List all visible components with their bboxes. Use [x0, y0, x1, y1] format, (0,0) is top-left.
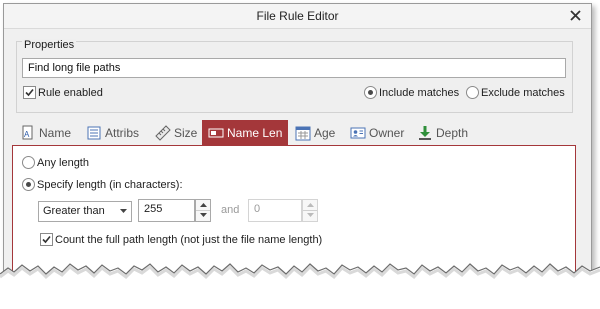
tab-depth-label: Depth [436, 126, 469, 140]
tab-owner-label: Owner [369, 126, 405, 140]
properties-group-label: Properties [22, 39, 77, 51]
tab-name-label: Name [39, 126, 72, 140]
window-title: File Rule Editor [256, 9, 339, 23]
rule-enabled-check[interactable] [23, 86, 36, 99]
comparison-dropdown[interactable]: Greater than [38, 201, 132, 222]
torn-edge-decoration [0, 263, 600, 309]
properties-group: Properties Find long file paths Rule ena… [16, 39, 573, 113]
tab-size-label: Size [174, 126, 198, 140]
tab-name-len[interactable]: Name Len [202, 120, 289, 145]
specify-length-radio[interactable] [22, 178, 35, 191]
chevron-down-icon [120, 209, 127, 213]
attribs-icon [87, 126, 101, 140]
include-matches-label: Include matches [379, 86, 460, 99]
tab-depth[interactable]: Depth [417, 122, 468, 144]
specify-length-option[interactable]: Specify length (in characters): [22, 178, 183, 191]
tab-owner[interactable]: Owner [350, 122, 404, 144]
caret-up-icon [199, 203, 207, 207]
file-rule-editor-window: File Rule Editor Properties Find long fi… [3, 3, 592, 307]
upper-length-value[interactable]: 0 [254, 203, 260, 215]
rule-enabled-label: Rule enabled [38, 86, 103, 99]
upper-length-spinner[interactable]: 0 [248, 199, 318, 222]
calendar-icon [295, 126, 311, 141]
rule-name-input[interactable]: Find long file paths [22, 58, 566, 78]
tab-age[interactable]: Age [295, 122, 335, 144]
length-decrement-button[interactable] [196, 210, 210, 220]
caret-down-icon [306, 213, 314, 217]
exclude-matches-radio[interactable]: Exclude matches [466, 86, 565, 99]
checkmark-icon [25, 88, 34, 97]
include-matches-radio[interactable]: Include matches [364, 86, 459, 99]
depth-arrow-icon [419, 126, 431, 140]
tab-age-label: Age [314, 126, 336, 140]
tab-attribs[interactable]: Attribs [86, 122, 139, 144]
caret-up-icon [306, 203, 314, 207]
full-path-checkbox[interactable] [40, 233, 53, 246]
upper-spinner-buttons [302, 199, 318, 222]
name-icon: A [22, 125, 33, 140]
include-matches-radio-button[interactable] [364, 86, 377, 99]
upper-decrement-button[interactable] [303, 210, 317, 220]
length-spinner-buttons [195, 199, 211, 222]
tab-attribs-label: Attribs [105, 126, 140, 140]
specify-length-label: Specify length (in characters): [37, 178, 183, 191]
close-icon [569, 9, 581, 21]
ruler-icon [155, 125, 171, 141]
any-length-radio[interactable] [22, 156, 35, 169]
length-value-spinner[interactable]: 255 [138, 199, 211, 222]
full-path-option[interactable]: Count the full path length (not just the… [40, 233, 322, 246]
filter-tabs: A Name Attribs Size Name Len Age Owner D… [12, 120, 577, 146]
name-length-icon [208, 128, 224, 137]
rule-enabled-checkbox[interactable]: Rule enabled [23, 86, 103, 99]
exclude-matches-label: Exclude matches [481, 86, 565, 99]
title-bar[interactable]: File Rule Editor [4, 4, 591, 29]
comparison-value: Greater than [43, 205, 105, 217]
owner-card-icon [350, 127, 366, 139]
exclude-matches-radio-button[interactable] [466, 86, 479, 99]
tab-name[interactable]: A Name [20, 122, 71, 144]
length-value[interactable]: 255 [144, 203, 162, 215]
svg-text:A: A [24, 130, 30, 139]
caret-down-icon [199, 213, 207, 217]
any-length-label: Any length [37, 156, 89, 169]
close-button[interactable] [566, 6, 584, 24]
checkmark-icon [42, 235, 51, 244]
full-path-label: Count the full path length (not just the… [55, 233, 323, 246]
tab-size[interactable]: Size [155, 122, 197, 144]
and-label: and [221, 204, 240, 216]
any-length-option[interactable]: Any length [22, 156, 89, 169]
tab-name-len-label: Name Len [227, 125, 283, 140]
